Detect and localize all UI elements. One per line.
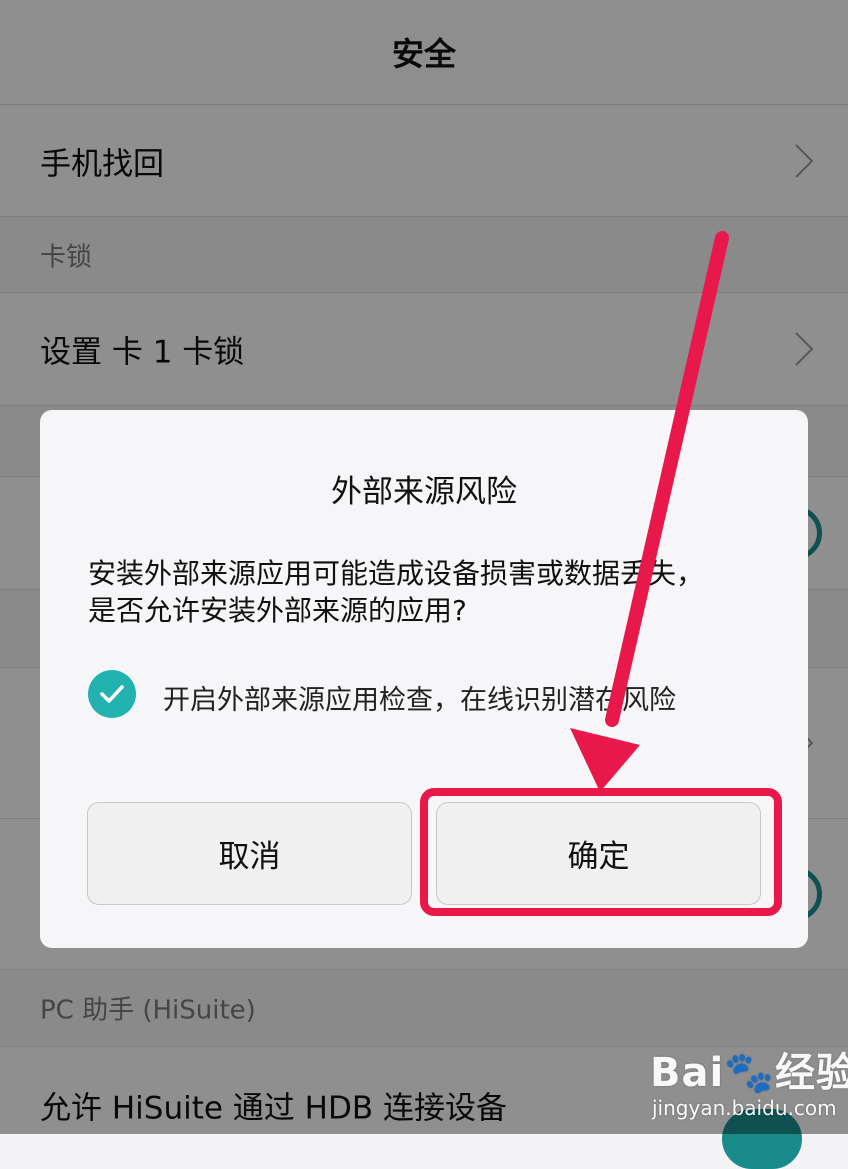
- baidu-logo: Bai🐾经验: [650, 1050, 848, 1096]
- baidu-url: jingyan.baidu.com: [652, 1096, 837, 1120]
- annotation-arrow: [570, 231, 729, 792]
- baidu-watermark: Bai🐾经验 jingyan.baidu.com: [650, 1040, 848, 1130]
